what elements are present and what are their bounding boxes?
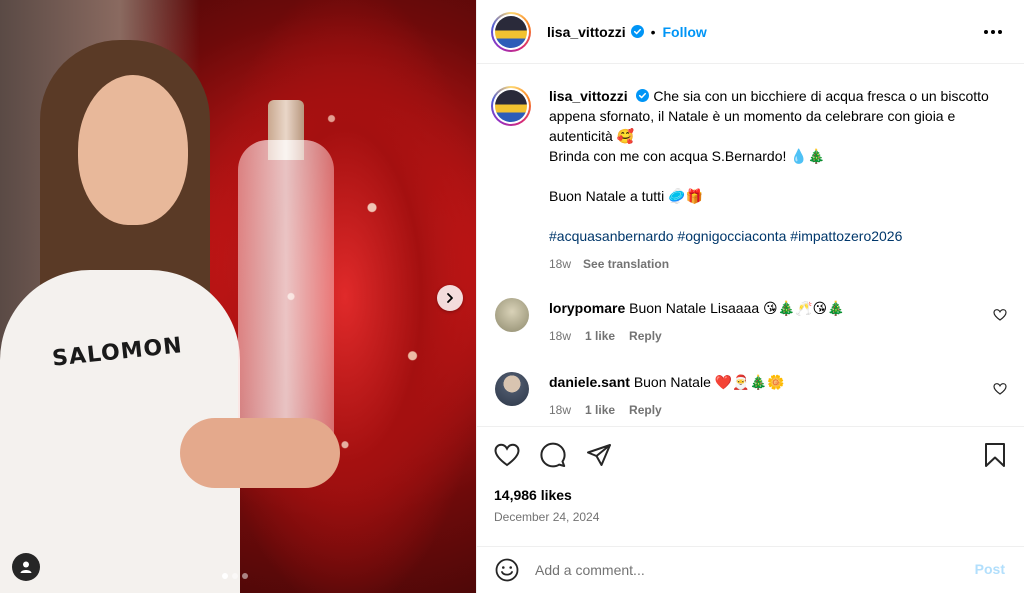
- follow-button[interactable]: Follow: [663, 24, 707, 40]
- photo-person: SALOMON: [0, 20, 250, 593]
- tagged-users-button[interactable]: [12, 553, 40, 581]
- more-options-icon[interactable]: [981, 22, 1005, 42]
- carousel-dot: [242, 573, 248, 579]
- bookmark-icon: [985, 443, 1005, 467]
- carousel-indicator: [222, 573, 248, 579]
- comment-composer: Post: [477, 546, 1024, 593]
- post-actions: 14,986 likes December 24, 2024: [477, 426, 1024, 546]
- carousel-dot-active: [222, 573, 228, 579]
- see-translation-link[interactable]: See translation: [583, 254, 669, 274]
- comment-text: Buon Natale Lisaaaa 😘🎄🥂😘🎄: [629, 300, 845, 316]
- caption-line-2: Brinda con me con acqua S.Bernardo! 💧🎄: [549, 148, 826, 164]
- caption-username[interactable]: lisa_vittozzi: [549, 88, 628, 104]
- comment-reply-button[interactable]: Reply: [629, 326, 662, 346]
- caption-age: 18w: [549, 257, 572, 271]
- comment-like-heart-icon[interactable]: [993, 382, 1007, 396]
- comment-reply-button[interactable]: Reply: [629, 400, 662, 420]
- carousel-next-button[interactable]: [437, 285, 463, 311]
- comment-username[interactable]: lorypomare: [549, 300, 625, 316]
- caption-line-3: Buon Natale a tutti 🥏🎁: [549, 188, 703, 204]
- commenter-avatar[interactable]: [495, 298, 529, 332]
- verified-badge-icon: [636, 89, 650, 102]
- comment-text: Buon Natale ❤️🎅🎄🌼: [633, 374, 785, 390]
- comment-item: daniele.sant Buon Natale ❤️🎅🎄🌼 18w 1 lik…: [495, 372, 1015, 420]
- post-header: lisa_vittozzi • Follow: [477, 0, 1024, 64]
- post-comment-button[interactable]: Post: [975, 561, 1005, 577]
- comments-section: lisa_vittozzi Che sia con un bicchiere d…: [477, 64, 1024, 426]
- comment-age: 18w: [549, 403, 572, 417]
- comment-input[interactable]: [535, 562, 955, 578]
- post-side-panel: lisa_vittozzi • Follow lisa_vittozzi Che…: [476, 0, 1024, 593]
- post-photo[interactable]: SALOMON: [0, 0, 476, 593]
- comment-username[interactable]: daniele.sant: [549, 374, 630, 390]
- comment-likes[interactable]: 1 like: [585, 400, 615, 420]
- user-icon: [20, 561, 32, 573]
- comment-icon: [540, 442, 566, 468]
- comment-like-heart-icon[interactable]: [993, 308, 1007, 322]
- heart-icon: [494, 443, 520, 467]
- commenter-avatar[interactable]: [495, 372, 529, 406]
- likes-count[interactable]: 14,986 likes: [494, 487, 572, 503]
- caption-hashtags[interactable]: #acquasanbernardo #ognigocciaconta #impa…: [549, 226, 1019, 246]
- share-button[interactable]: [585, 441, 613, 469]
- comment-age: 18w: [549, 329, 572, 343]
- save-button[interactable]: [981, 441, 1009, 469]
- share-icon: [587, 444, 611, 466]
- emoji-icon[interactable]: [495, 558, 519, 582]
- carousel-dot: [232, 573, 238, 579]
- caption: lisa_vittozzi Che sia con un bicchiere d…: [491, 86, 1019, 274]
- chevron-right-icon: [447, 293, 453, 303]
- comment-button[interactable]: [539, 441, 567, 469]
- like-button[interactable]: [493, 441, 521, 469]
- hand: [180, 418, 340, 488]
- verified-badge-icon: [630, 25, 644, 38]
- caption-author-avatar[interactable]: [491, 86, 531, 126]
- comment-likes[interactable]: 1 like: [585, 326, 615, 346]
- author-username[interactable]: lisa_vittozzi: [547, 24, 626, 40]
- water-bottle: [238, 140, 334, 460]
- post-date: December 24, 2024: [494, 510, 600, 524]
- header-separator: •: [650, 23, 656, 40]
- author-avatar[interactable]: [491, 11, 531, 52]
- comment-item: lorypomare Buon Natale Lisaaaa 😘🎄🥂😘🎄 18w…: [495, 298, 1015, 346]
